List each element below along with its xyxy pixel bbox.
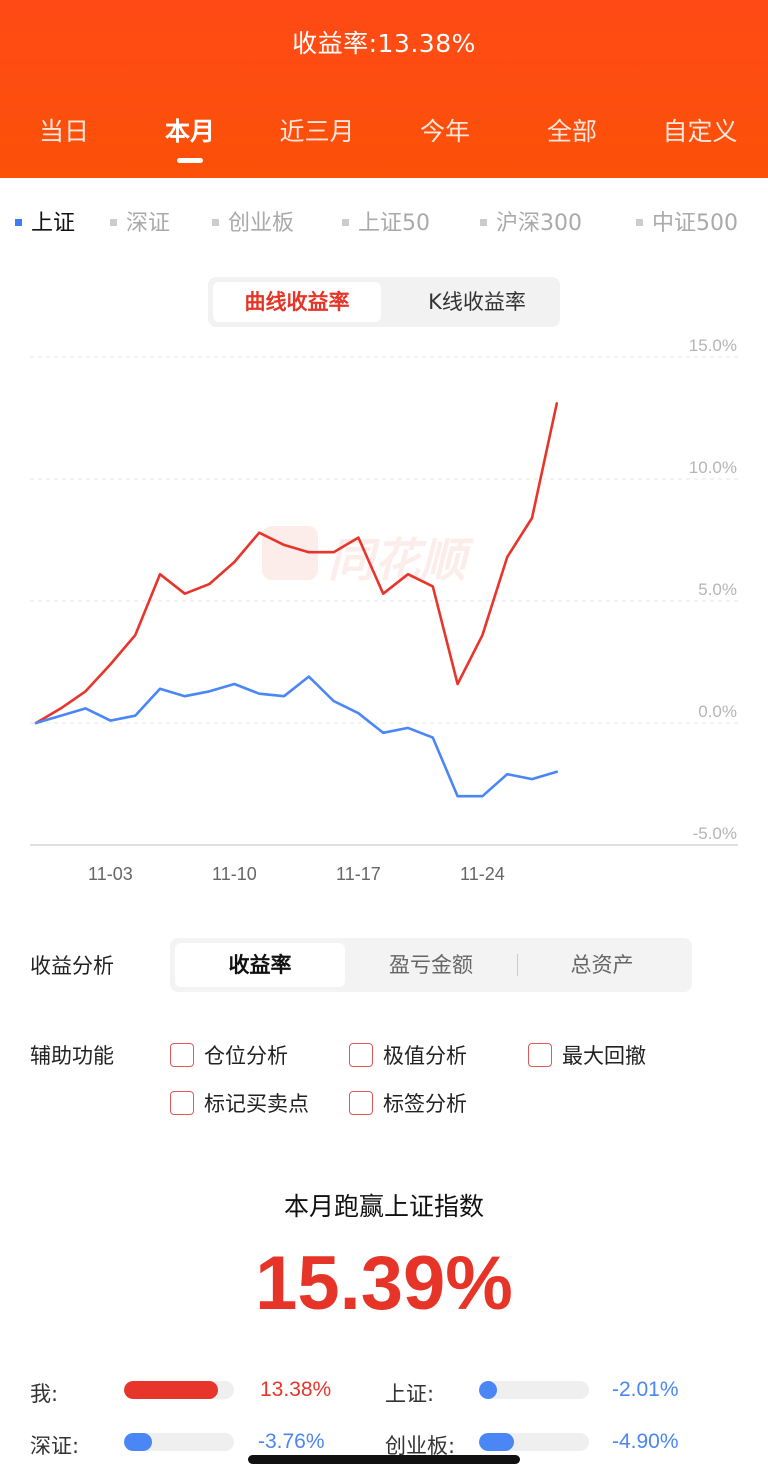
return-chart[interactable]: 15.0% 10.0% 5.0% 0.0% -5.0% 11-03 11-10 11-17 11…	[0, 330, 768, 900]
series-dot-icon	[110, 218, 117, 226]
position-analysis-checkbox[interactable]: 仓位分析	[170, 1040, 288, 1070]
series-dot-icon	[636, 218, 643, 226]
checkbox-icon	[349, 1091, 373, 1115]
checkbox-icon	[528, 1043, 552, 1067]
chart-type-toggle: 曲线收益率 K线收益率	[208, 277, 560, 327]
checkbox-label: 标记买卖点	[204, 1092, 309, 1116]
index-tab-shanghai[interactable]: 上证	[15, 205, 75, 237]
tab-day[interactable]: 当日	[9, 112, 119, 148]
cmp-bar-fill	[479, 1433, 515, 1451]
x-tick-label: 11-17	[336, 864, 381, 884]
index-tab-sse50[interactable]: 上证50	[342, 205, 430, 237]
cmp-bar-shanghai	[479, 1381, 589, 1399]
tab-all[interactable]: 全部	[517, 112, 627, 148]
cmp-value-shenzhen: -3.76%	[258, 1430, 325, 1453]
cmp-label-shanghai: 上证:	[385, 1382, 435, 1406]
curve-return-button[interactable]: 曲线收益率	[213, 282, 381, 322]
metric-profit-amount[interactable]: 盈亏金额	[346, 943, 516, 987]
index-tab-chinext[interactable]: 创业板	[212, 205, 294, 237]
tab-custom[interactable]: 自定义	[645, 112, 755, 148]
cmp-bar-chinext	[479, 1433, 589, 1451]
active-tab-indicator	[177, 158, 203, 163]
cmp-label-shenzhen: 深证:	[30, 1434, 80, 1458]
outperform-value: 15.39%	[255, 1241, 513, 1326]
cmp-bar-shenzhen	[124, 1433, 234, 1451]
cmp-bar-fill	[124, 1433, 152, 1451]
index-tab-csi300[interactable]: 沪深300	[480, 205, 582, 237]
checkbox-label: 仓位分析	[204, 1044, 288, 1068]
metric-return-rate[interactable]: 收益率	[175, 943, 345, 987]
cmp-bar-fill	[124, 1381, 218, 1399]
aux-label: 辅助功能	[30, 1044, 114, 1068]
y-tick-label: 0.0%	[698, 702, 737, 721]
index-tab-label: 中证500	[652, 211, 738, 236]
checkbox-icon	[170, 1043, 194, 1067]
checkbox-icon	[349, 1043, 373, 1067]
series-line-portfolio	[34, 402, 559, 725]
tab-three-months[interactable]: 近三月	[262, 112, 372, 148]
analysis-metric-selector: 收益率 盈亏金额 总资产	[170, 938, 692, 992]
series-dot-icon	[480, 218, 487, 226]
index-tab-label: 上证50	[358, 211, 430, 236]
index-tab-label: 深证	[126, 211, 171, 236]
y-tick-label: 5.0%	[698, 580, 737, 599]
series-dot-icon	[212, 218, 219, 226]
analysis-label: 收益分析	[30, 954, 114, 978]
series-dot-icon	[342, 218, 349, 226]
tab-this-year[interactable]: 今年	[390, 112, 500, 148]
extreme-analysis-checkbox[interactable]: 极值分析	[349, 1040, 467, 1070]
outperform-title: 本月跑赢上证指数	[283, 1192, 484, 1221]
index-tab-label: 上证	[31, 211, 76, 236]
x-tick-label: 11-03	[88, 864, 133, 884]
checkbox-label: 标签分析	[383, 1092, 467, 1116]
max-drawdown-checkbox[interactable]: 最大回撤	[528, 1040, 646, 1070]
cmp-bar-me	[124, 1381, 234, 1399]
metric-total-assets[interactable]: 总资产	[517, 943, 687, 987]
index-tab-csi500[interactable]: 中证500	[636, 205, 738, 237]
y-tick-label: -5.0%	[693, 824, 737, 843]
checkbox-label: 极值分析	[383, 1044, 467, 1068]
y-tick-label: 15.0%	[689, 336, 737, 355]
kline-return-button[interactable]: K线收益率	[393, 282, 561, 322]
y-tick-label: 10.0%	[689, 458, 737, 477]
cmp-label-me: 我:	[30, 1382, 59, 1406]
mark-trades-checkbox[interactable]: 标记买卖点	[170, 1088, 309, 1118]
period-tabs: 当日 本月 近三月 今年 全部 自定义	[0, 112, 768, 152]
tab-month[interactable]: 本月	[135, 112, 245, 148]
home-indicator	[248, 1455, 520, 1464]
x-tick-label: 11-10	[212, 864, 257, 884]
index-tab-label: 沪深300	[496, 211, 582, 236]
x-tick-label: 11-24	[460, 864, 505, 884]
series-dot-icon	[15, 218, 22, 226]
checkbox-label: 最大回撤	[562, 1044, 646, 1068]
cmp-value-me: 13.38%	[260, 1378, 332, 1401]
index-selector: 上证 深证 创业板 上证50 沪深300 中证500	[0, 205, 768, 239]
series-line-index	[34, 675, 559, 798]
cmp-value-chinext: -4.90%	[612, 1430, 679, 1453]
index-tab-label: 创业板	[228, 211, 295, 236]
return-chart-svg: 15.0% 10.0% 5.0% 0.0% -5.0% 11-03 11-10 11-17 11…	[30, 336, 738, 884]
checkbox-icon	[170, 1091, 194, 1115]
index-tab-shenzhen[interactable]: 深证	[110, 205, 170, 237]
tag-analysis-checkbox[interactable]: 标签分析	[349, 1088, 467, 1118]
header-bar: 收益率:13.38% 当日 本月 近三月 今年 全部 自定义	[0, 0, 768, 178]
cmp-value-shanghai: -2.01%	[612, 1378, 679, 1401]
cmp-bar-fill	[479, 1381, 497, 1399]
page-title: 收益率:13.38%	[292, 29, 476, 58]
